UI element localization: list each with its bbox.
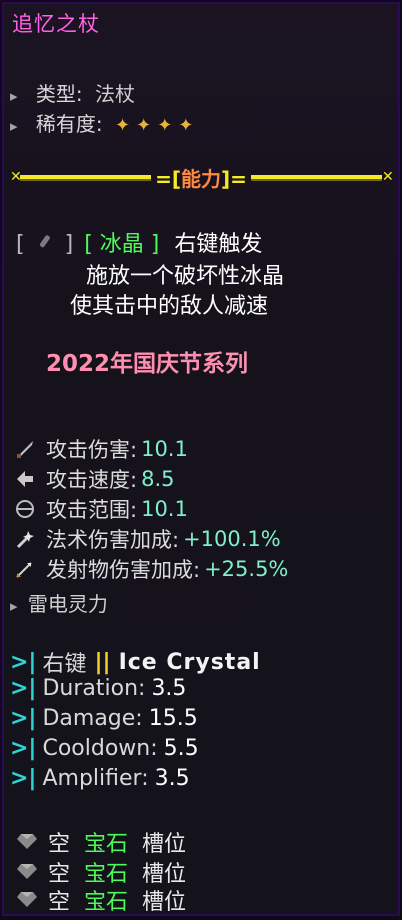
gem-empty-label: 空 bbox=[48, 890, 71, 915]
mouse-icon bbox=[36, 232, 54, 257]
ability-key-open: [ bbox=[16, 232, 25, 257]
item-rarity-row: ▸ 稀有度: ✦ ✦ ✦ ✦ bbox=[10, 108, 199, 137]
bullet-icon: ▸ bbox=[10, 597, 18, 615]
gem-label: 宝石 bbox=[84, 832, 129, 857]
spell-prop-row: >| Amplifier: 3.5 bbox=[10, 766, 190, 791]
spell-prop-row: >| Cooldown: 5.5 bbox=[10, 736, 199, 761]
spell-prop-row: >| Duration: 3.5 bbox=[10, 676, 186, 701]
spell-prop-label: Amplifier: bbox=[42, 766, 149, 791]
range-icon bbox=[14, 498, 38, 520]
ability-divider: ✕ =[能力]= ✕ bbox=[10, 164, 394, 191]
divider-line bbox=[20, 175, 152, 179]
spell-prop-row: >| Damage: 15.5 bbox=[10, 706, 198, 731]
spell-name: Ice Crystal bbox=[118, 649, 261, 675]
diamond-icon bbox=[16, 831, 40, 853]
ability-name: [ 冰晶 ] bbox=[84, 232, 160, 257]
rarity-star-icon: ✦ bbox=[115, 115, 131, 136]
element-label: 雷电灵力 bbox=[27, 592, 108, 616]
stat-row: 法术伤害加成: +100.1% bbox=[14, 524, 281, 554]
spell-prop-label: Duration: bbox=[42, 676, 146, 701]
stat-label: 攻击伤害: bbox=[46, 438, 138, 462]
ability-trigger: 右键触发 bbox=[174, 232, 263, 257]
gem-slot-label: 槽位 bbox=[142, 832, 187, 857]
rarity-star-icon: ✦ bbox=[178, 115, 194, 136]
stat-value: 10.1 bbox=[141, 497, 188, 521]
stat-value: +100.1% bbox=[183, 527, 281, 551]
element-row: ▸ 雷电灵力 bbox=[10, 588, 108, 617]
divider-line bbox=[250, 175, 382, 179]
chevron-right-icon: >| bbox=[10, 736, 37, 761]
spell-prop-value: 3.5 bbox=[151, 676, 187, 701]
gem-empty-label: 空 bbox=[48, 832, 71, 857]
spell-header: >| 右键 || Ice Crystal bbox=[10, 646, 261, 678]
chevron-right-icon: >| bbox=[10, 676, 37, 701]
ability-desc-line1: 施放一个破坏性冰晶 bbox=[86, 264, 285, 289]
spell-prop-value: 3.5 bbox=[154, 766, 190, 791]
gem-slot-row: 空 宝石 槽位 bbox=[16, 826, 186, 858]
gem-slot-row: 空 宝石 槽位 bbox=[16, 884, 187, 915]
projectile-icon bbox=[14, 558, 38, 580]
divider-cap-icon: ✕ bbox=[10, 169, 22, 185]
ability-key-close: ] bbox=[64, 232, 74, 257]
rarity-star-icon: ✦ bbox=[136, 115, 152, 136]
spell-key: 右键 bbox=[42, 652, 87, 677]
chevron-right-icon: >| bbox=[10, 706, 37, 731]
chevron-right-icon: >| bbox=[10, 649, 37, 675]
speed-icon bbox=[14, 468, 38, 490]
spell-prop-value: 5.5 bbox=[163, 736, 199, 761]
bullet-icon: ▸ bbox=[10, 87, 18, 105]
separator-icon: || bbox=[94, 649, 111, 675]
stat-value: 10.1 bbox=[141, 437, 188, 461]
divider-title: =[能力]= bbox=[155, 166, 247, 191]
stat-value: +25.5% bbox=[204, 557, 289, 581]
gem-label: 宝石 bbox=[84, 890, 129, 915]
stat-row: 攻击速度: 8.5 bbox=[14, 464, 174, 494]
bullet-icon: ▸ bbox=[10, 117, 18, 135]
ability-desc-line2: 使其击中的敌人减速 bbox=[70, 294, 269, 319]
stat-label: 发射物伤害加成: bbox=[46, 558, 201, 582]
sword-icon bbox=[14, 438, 38, 460]
stat-label: 攻击速度: bbox=[46, 468, 138, 492]
item-title: 追忆之杖 bbox=[12, 12, 100, 36]
stat-row: 攻击范围: 10.1 bbox=[14, 494, 188, 524]
ability-header: [ ] [ 冰晶 ] 右键触发 bbox=[16, 226, 262, 258]
item-rarity-label: 稀有度: bbox=[35, 112, 103, 136]
item-type-row: ▸ 类型: 法杖 bbox=[10, 78, 135, 107]
stat-row: 攻击伤害: 10.1 bbox=[14, 434, 188, 464]
stat-row: 发射物伤害加成: +25.5% bbox=[14, 554, 288, 584]
series-label: 2022年国庆节系列 bbox=[46, 351, 249, 377]
item-tooltip: 追忆之杖 ▸ 类型: 法杖 ▸ 稀有度: ✦ ✦ ✦ ✦ ✕ =[能力]= ✕ [ ]… bbox=[0, 0, 402, 918]
magic-icon bbox=[14, 528, 38, 550]
spell-prop-label: Damage: bbox=[42, 706, 143, 731]
diamond-icon bbox=[16, 861, 40, 883]
stat-value: 8.5 bbox=[141, 467, 175, 491]
divider-cap-icon: ✕ bbox=[382, 169, 394, 185]
stat-label: 法术伤害加成: bbox=[46, 528, 180, 552]
stat-label: 攻击范围: bbox=[46, 498, 138, 522]
item-type-value: 法杖 bbox=[95, 82, 135, 106]
gem-slot-label: 槽位 bbox=[142, 890, 187, 915]
item-type-label: 类型: bbox=[35, 82, 83, 106]
diamond-icon bbox=[16, 889, 40, 911]
chevron-right-icon: >| bbox=[10, 766, 37, 791]
spell-prop-value: 15.5 bbox=[148, 706, 198, 731]
spell-prop-label: Cooldown: bbox=[42, 736, 158, 761]
rarity-star-icon: ✦ bbox=[157, 115, 173, 136]
